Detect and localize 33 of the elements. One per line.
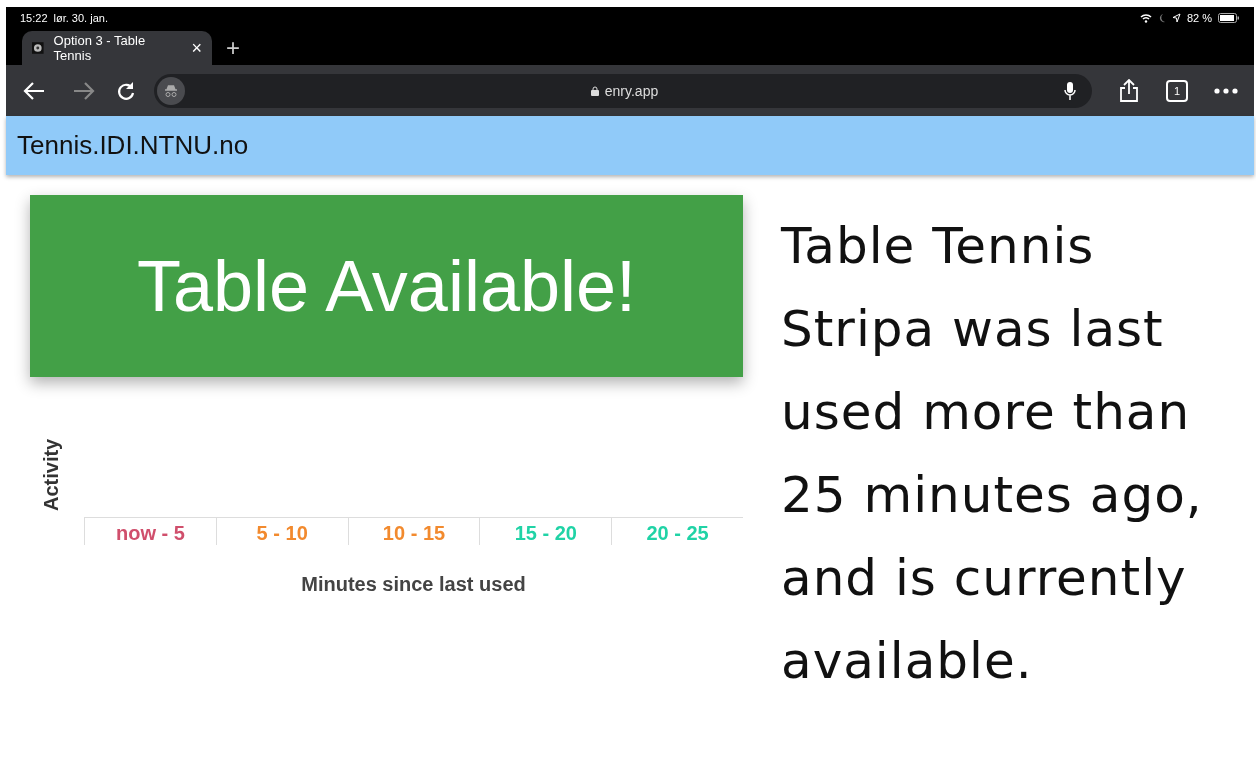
tab-count-button[interactable]: 1 [1166,79,1188,102]
battery-percentage: 82 % [1186,12,1212,24]
x-axis-category-label: 15 - 20 [514,522,577,544]
url-text: enry.app [604,82,659,99]
address-bar[interactable]: enry.app [154,73,1092,108]
moon-icon [1157,13,1166,23]
status-time: 15:22 [20,12,48,24]
new-tab-button[interactable]: + [220,31,246,65]
microphone-icon[interactable] [1064,80,1076,101]
x-axis-category-label: now - 5 [115,522,185,544]
site-title[interactable]: Tennis.IDI.NTNU.no [17,130,249,161]
availability-description: Table Tennis Stripa was last used more than 25 minutes ago, and is currently available. [781,216,1204,692]
more-options-icon[interactable] [1214,87,1238,94]
favicon-icon [32,42,44,54]
x-axis-category-label: 10 - 15 [382,522,446,544]
y-axis-label: Activity [40,437,63,514]
close-tab-button[interactable]: × [191,37,202,59]
browser-tab[interactable]: Option 3 - Table Tennis × [22,31,212,65]
banner-text: Table Available! [136,245,636,327]
x-axis-label: Minutes since last used [300,573,527,596]
forward-arrow-icon[interactable] [72,80,96,101]
lock-icon [590,85,599,96]
reload-icon[interactable] [116,80,136,101]
x-axis-category-label: 5 - 10 [256,522,308,544]
status-date: lør. 30. jan. [53,12,108,24]
back-arrow-icon[interactable] [22,80,46,101]
wifi-icon [1139,13,1152,23]
battery-icon [1218,13,1240,23]
location-arrow-icon [1171,13,1181,23]
share-icon[interactable] [1118,78,1140,103]
incognito-icon [157,76,185,105]
x-axis-category-label: 20 - 25 [646,522,709,544]
tab-title: Option 3 - Table Tennis [53,33,147,63]
